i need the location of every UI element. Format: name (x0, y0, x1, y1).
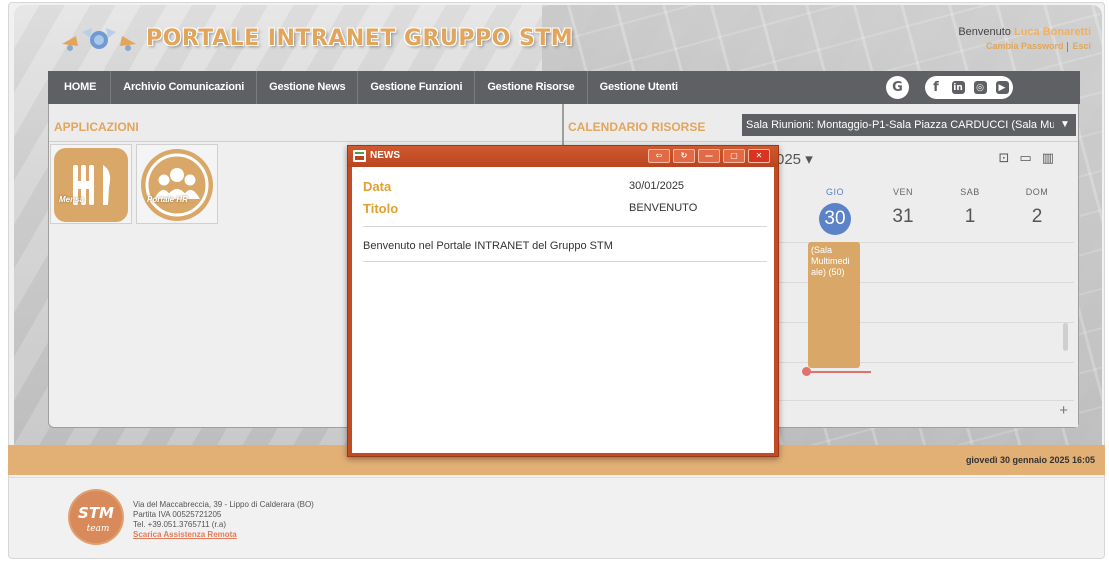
app-tile-label: Mensa (59, 195, 84, 204)
footer-address: Via del Maccabreccia, 39 - Lippo di Cald… (133, 500, 314, 509)
app-tile-label: Portale HR (147, 195, 188, 204)
window-icon (353, 150, 366, 162)
dialog-divider (363, 261, 767, 262)
google-icon[interactable]: G (886, 76, 909, 99)
day-number[interactable]: 31 (873, 206, 933, 228)
stm-logo-icon[interactable] (56, 22, 142, 58)
day-header: DOM (1025, 187, 1049, 197)
nav-archivio-comunicazioni[interactable]: Archivio Comunicazioni (110, 71, 256, 104)
view-toggle-icons: ⊡▭▥ (999, 150, 1065, 166)
maximize-icon[interactable]: ▢ (723, 149, 745, 163)
applications-header: APPLICAZIONI (49, 104, 562, 142)
nav-gestione-news[interactable]: Gestione News (256, 71, 357, 104)
change-password-link[interactable]: Cambia Password (986, 41, 1064, 51)
dialog-content: Data 30/01/2025 Titolo BENVENUTO Benvenu… (352, 167, 774, 453)
app-tile-portale-hr[interactable]: Portale HR (136, 144, 218, 224)
grid-line (754, 242, 1074, 243)
applications-title: APPLICAZIONI (54, 120, 139, 134)
current-time-dot (802, 367, 811, 376)
dialog-title: NEWS (370, 150, 400, 161)
portal-title: PORTALE INTRANET GRUPPO STM (146, 26, 574, 51)
cutlery-icon (54, 148, 128, 222)
nav-home[interactable]: HOME (48, 71, 110, 104)
calendar-title: CALENDARIO RISORSE (568, 120, 706, 134)
instagram-icon[interactable]: ◎ (969, 76, 991, 99)
list-view-icon[interactable]: ⊡ (999, 150, 1020, 165)
calendar-header: CALENDARIO RISORSE Sala Riunioni: Montag… (564, 104, 1078, 142)
day-header: VEN (892, 187, 913, 197)
nav-gestione-funzioni[interactable]: Gestione Funzioni (357, 71, 474, 104)
month-selector[interactable]: 025 ▾ (776, 150, 813, 168)
resource-select-value: Sala Riunioni: Montaggio-P1-Sala Piazza … (746, 119, 1073, 131)
current-datetime: giovedì 30 gennaio 2025 16:05 (965, 455, 1095, 465)
welcome-box: Benvenuto Luca Bonaretti Cambia Password… (958, 26, 1091, 52)
title-value: BENVENUTO (629, 202, 698, 214)
calendar-scrollbar[interactable] (1063, 323, 1068, 351)
dialog-divider (363, 226, 767, 227)
remote-assistance-link[interactable]: Scarica Assistenza Remota (133, 530, 237, 539)
main-nav: HOME Archivio Comunicazioni Gestione New… (48, 71, 1080, 104)
day-header-today: GIO (825, 187, 844, 197)
grid-line (754, 362, 1074, 363)
grid-line (754, 322, 1074, 323)
day-header: SAB (960, 187, 980, 197)
day-number[interactable]: 1 (940, 206, 1000, 228)
current-time-line (806, 371, 871, 373)
logo-text: STM (78, 504, 114, 522)
nav-gestione-risorse[interactable]: Gestione Risorse (474, 71, 586, 104)
footer-divider (8, 477, 1105, 478)
stm-team-logo: STM team (68, 489, 124, 545)
dialog-titlebar[interactable]: NEWS ⇦ ↻ — ▢ ✕ (348, 146, 778, 167)
date-label: Data (363, 179, 392, 194)
news-dialog: NEWS ⇦ ↻ — ▢ ✕ Data 30/01/2025 Titolo BE… (347, 145, 779, 457)
footer-phone: Tel. +39.051.3765711 (r.a) (133, 520, 227, 529)
window-buttons: ⇦ ↻ — ▢ ✕ (645, 149, 770, 163)
caret-down-icon[interactable]: ▼ (1054, 114, 1076, 136)
calendar-event[interactable]: (Sala Multimedi ale) (50) (808, 242, 860, 368)
close-icon[interactable]: ✕ (748, 149, 770, 163)
logo-subtext: team (87, 524, 110, 534)
link-separator (1067, 41, 1069, 52)
footer-info: Via del Maccabreccia, 39 - Lippo di Cald… (133, 500, 314, 540)
news-body: Benvenuto nel Portale INTRANET del Grupp… (363, 240, 613, 252)
add-event-button[interactable]: + (1059, 402, 1068, 419)
week-view-icon[interactable]: ▥ (1042, 150, 1064, 165)
logout-link[interactable]: Esci (1072, 41, 1091, 51)
user-name: Luca Bonaretti (1013, 26, 1091, 38)
youtube-icon[interactable]: ▶ (991, 76, 1013, 99)
day-number-today[interactable]: 30 (819, 203, 851, 235)
pin-icon[interactable]: ⇦ (648, 149, 670, 163)
people-icon (141, 149, 213, 221)
grid-line (754, 400, 1074, 401)
date-value: 30/01/2025 (629, 180, 685, 192)
title-label: Titolo (363, 201, 399, 216)
grid-line (754, 282, 1074, 283)
minimize-icon[interactable]: — (698, 149, 720, 163)
day-view-icon[interactable]: ▭ (1019, 150, 1041, 165)
linkedin-icon[interactable]: in (947, 76, 969, 99)
day-number[interactable]: 2 (1007, 206, 1067, 228)
event-text: (Sala Multimedi ale) (50) (811, 245, 850, 277)
welcome-label: Benvenuto (958, 26, 1011, 38)
footer-vat: Partita IVA 00525721205 (133, 510, 222, 519)
refresh-icon[interactable]: ↻ (673, 149, 695, 163)
app-tile-mensa[interactable]: Mensa (50, 144, 132, 224)
social-links: G f in ◎ ▶ (886, 76, 1023, 99)
nav-gestione-utenti[interactable]: Gestione Utenti (586, 71, 690, 104)
resource-select[interactable]: Sala Riunioni: Montaggio-P1-Sala Piazza … (742, 114, 1076, 136)
facebook-icon[interactable]: f (925, 76, 947, 99)
